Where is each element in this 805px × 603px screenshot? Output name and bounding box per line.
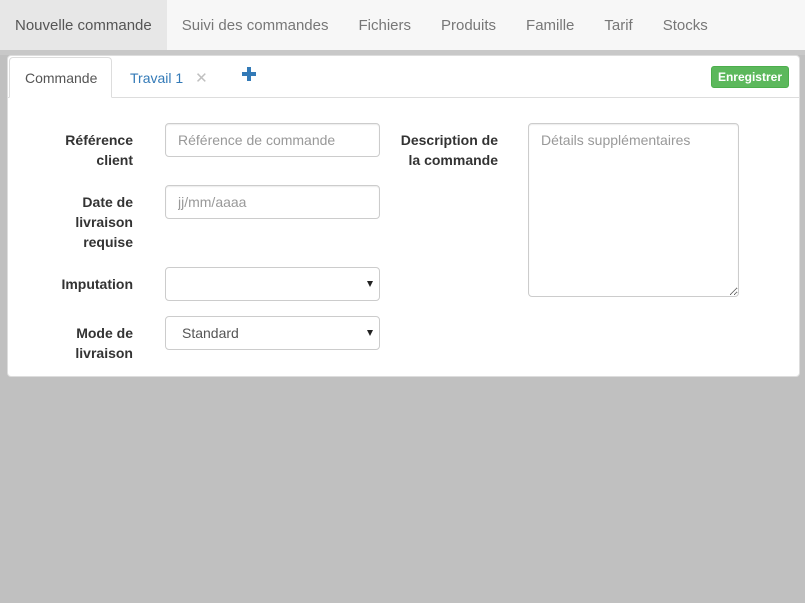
- nav-item-nouvelle-commande[interactable]: Nouvelle commande: [0, 0, 167, 50]
- close-icon[interactable]: ✕: [195, 69, 208, 87]
- nav-item-tarif[interactable]: Tarif: [589, 0, 647, 50]
- delivery-date-input[interactable]: [165, 185, 380, 219]
- reference-input[interactable]: [165, 123, 380, 157]
- delivery-mode-label: Mode de livraison: [75, 325, 133, 361]
- tab-bar: Commande Travail 1 ✕ Enregistrer: [8, 56, 799, 98]
- reference-label: Référence client: [65, 132, 133, 168]
- save-button[interactable]: Enregistrer: [710, 66, 789, 88]
- plus-icon[interactable]: [242, 67, 256, 81]
- delivery-mode-value: Standard: [182, 325, 239, 341]
- chevron-down-icon: [367, 330, 373, 336]
- tab-travail-1-label: Travail 1: [130, 69, 184, 86]
- tab-commande-label: Commande: [25, 69, 98, 86]
- imputation-label: Imputation: [61, 276, 133, 292]
- delivery-date-label: Date de livraison requise: [75, 194, 133, 250]
- description-label: Description de la commande: [400, 132, 498, 168]
- nav-item-stocks[interactable]: Stocks: [648, 0, 723, 50]
- nav-item-suivi-des-commandes[interactable]: Suivi des commandes: [167, 0, 344, 50]
- top-navigation: Nouvelle commande Suivi des commandes Fi…: [0, 0, 805, 51]
- nav-item-fichiers[interactable]: Fichiers: [343, 0, 426, 50]
- imputation-select[interactable]: [165, 267, 380, 301]
- description-textarea[interactable]: [528, 123, 739, 297]
- chevron-down-icon: [367, 281, 373, 287]
- nav-item-famille[interactable]: Famille: [511, 0, 589, 50]
- tab-travail-1[interactable]: Travail 1 ✕: [112, 57, 208, 98]
- order-panel: Commande Travail 1 ✕ Enregistrer Référen…: [7, 55, 800, 377]
- tab-commande[interactable]: Commande: [9, 57, 112, 98]
- delivery-mode-select[interactable]: Standard: [165, 316, 380, 350]
- nav-item-produits[interactable]: Produits: [426, 0, 511, 50]
